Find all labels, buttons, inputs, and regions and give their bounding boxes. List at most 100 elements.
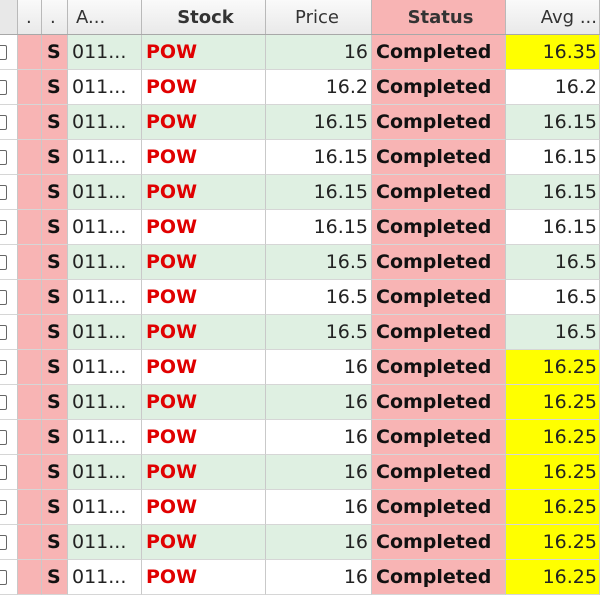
row-checkbox[interactable] <box>0 44 7 60</box>
stock-cell: POW <box>142 175 266 210</box>
flag-cell <box>18 35 42 70</box>
table-row[interactable]: S 011... POW 16.5 Completed 16.5 <box>0 280 600 315</box>
row-select-cell[interactable] <box>0 560 18 595</box>
flag-cell <box>18 175 42 210</box>
row-checkbox[interactable] <box>0 569 7 585</box>
account-cell: 011... <box>68 280 142 315</box>
row-select-cell[interactable] <box>0 525 18 560</box>
row-checkbox[interactable] <box>0 429 7 445</box>
row-select-cell[interactable] <box>0 315 18 350</box>
stock-cell: POW <box>142 560 266 595</box>
row-select-cell[interactable] <box>0 490 18 525</box>
table-row[interactable]: S 011... POW 16 Completed 16.35 <box>0 35 600 70</box>
row-select-cell[interactable] <box>0 175 18 210</box>
row-select-cell[interactable] <box>0 140 18 175</box>
status-cell: Completed <box>372 490 506 525</box>
side-cell: S <box>42 315 68 350</box>
header-col-2[interactable]: . <box>42 0 68 34</box>
status-cell: Completed <box>372 455 506 490</box>
table-row[interactable]: S 011... POW 16.5 Completed 16.5 <box>0 315 600 350</box>
table-row[interactable]: S 011... POW 16.5 Completed 16.5 <box>0 245 600 280</box>
account-cell: 011... <box>68 420 142 455</box>
side-cell: S <box>42 245 68 280</box>
price-cell: 16 <box>266 490 372 525</box>
header-checkbox-column[interactable] <box>0 0 18 34</box>
header-col-1[interactable]: . <box>18 0 42 34</box>
table-row[interactable]: S 011... POW 16 Completed 16.25 <box>0 490 600 525</box>
row-select-cell[interactable] <box>0 420 18 455</box>
header-stock[interactable]: Stock <box>142 0 266 34</box>
row-select-cell[interactable] <box>0 245 18 280</box>
stock-cell: POW <box>142 280 266 315</box>
side-cell: S <box>42 490 68 525</box>
row-checkbox[interactable] <box>0 359 7 375</box>
row-select-cell[interactable] <box>0 35 18 70</box>
row-checkbox[interactable] <box>0 499 7 515</box>
header-avg[interactable]: Avg ... <box>506 0 600 34</box>
table-row[interactable]: S 011... POW 16 Completed 16.25 <box>0 350 600 385</box>
row-checkbox[interactable] <box>0 79 7 95</box>
row-select-cell[interactable] <box>0 350 18 385</box>
table-row[interactable]: S 011... POW 16.15 Completed 16.15 <box>0 175 600 210</box>
account-cell: 011... <box>68 245 142 280</box>
header-status[interactable]: Status <box>372 0 506 34</box>
row-checkbox[interactable] <box>0 464 7 480</box>
stock-cell: POW <box>142 210 266 245</box>
price-cell: 16.5 <box>266 315 372 350</box>
avg-price-cell: 16.25 <box>506 420 600 455</box>
row-checkbox[interactable] <box>0 289 7 305</box>
price-cell: 16 <box>266 455 372 490</box>
account-cell: 011... <box>68 385 142 420</box>
row-checkbox[interactable] <box>0 219 7 235</box>
row-checkbox[interactable] <box>0 534 7 550</box>
avg-price-cell: 16.5 <box>506 315 600 350</box>
row-select-cell[interactable] <box>0 70 18 105</box>
row-select-cell[interactable] <box>0 105 18 140</box>
table-row[interactable]: S 011... POW 16.2 Completed 16.2 <box>0 70 600 105</box>
table-row[interactable]: S 011... POW 16.15 Completed 16.15 <box>0 210 600 245</box>
flag-cell <box>18 385 42 420</box>
price-cell: 16.15 <box>266 210 372 245</box>
status-cell: Completed <box>372 525 506 560</box>
status-cell: Completed <box>372 140 506 175</box>
status-cell: Completed <box>372 105 506 140</box>
account-cell: 011... <box>68 35 142 70</box>
table-row[interactable]: S 011... POW 16 Completed 16.25 <box>0 560 600 595</box>
avg-price-cell: 16.25 <box>506 490 600 525</box>
table-row[interactable]: S 011... POW 16.15 Completed 16.15 <box>0 105 600 140</box>
avg-price-cell: 16.25 <box>506 350 600 385</box>
account-cell: 011... <box>68 210 142 245</box>
status-cell: Completed <box>372 560 506 595</box>
row-select-cell[interactable] <box>0 210 18 245</box>
table-row[interactable]: S 011... POW 16 Completed 16.25 <box>0 420 600 455</box>
row-checkbox[interactable] <box>0 184 7 200</box>
price-cell: 16.15 <box>266 105 372 140</box>
side-cell: S <box>42 560 68 595</box>
row-select-cell[interactable] <box>0 455 18 490</box>
table-row[interactable]: S 011... POW 16 Completed 16.25 <box>0 455 600 490</box>
row-select-cell[interactable] <box>0 280 18 315</box>
side-cell: S <box>42 35 68 70</box>
stock-cell: POW <box>142 420 266 455</box>
flag-cell <box>18 490 42 525</box>
header-account[interactable]: A... <box>68 0 142 34</box>
table-row[interactable]: S 011... POW 16 Completed 16.25 <box>0 525 600 560</box>
avg-price-cell: 16.5 <box>506 245 600 280</box>
header-price[interactable]: Price <box>266 0 372 34</box>
avg-price-cell: 16.15 <box>506 140 600 175</box>
row-checkbox[interactable] <box>0 114 7 130</box>
table-row[interactable]: S 011... POW 16.15 Completed 16.15 <box>0 140 600 175</box>
row-select-cell[interactable] <box>0 385 18 420</box>
row-checkbox[interactable] <box>0 254 7 270</box>
flag-cell <box>18 140 42 175</box>
side-cell: S <box>42 420 68 455</box>
row-checkbox[interactable] <box>0 394 7 410</box>
flag-cell <box>18 525 42 560</box>
row-checkbox[interactable] <box>0 149 7 165</box>
stock-cell: POW <box>142 315 266 350</box>
table-row[interactable]: S 011... POW 16 Completed 16.25 <box>0 385 600 420</box>
grid-body: S 011... POW 16 Completed 16.35 S 011... POW 16.2… <box>0 35 600 595</box>
row-checkbox[interactable] <box>0 324 7 340</box>
orders-grid: . . A... Stock Price Status Avg ... S 011… <box>0 0 600 600</box>
status-cell: Completed <box>372 350 506 385</box>
